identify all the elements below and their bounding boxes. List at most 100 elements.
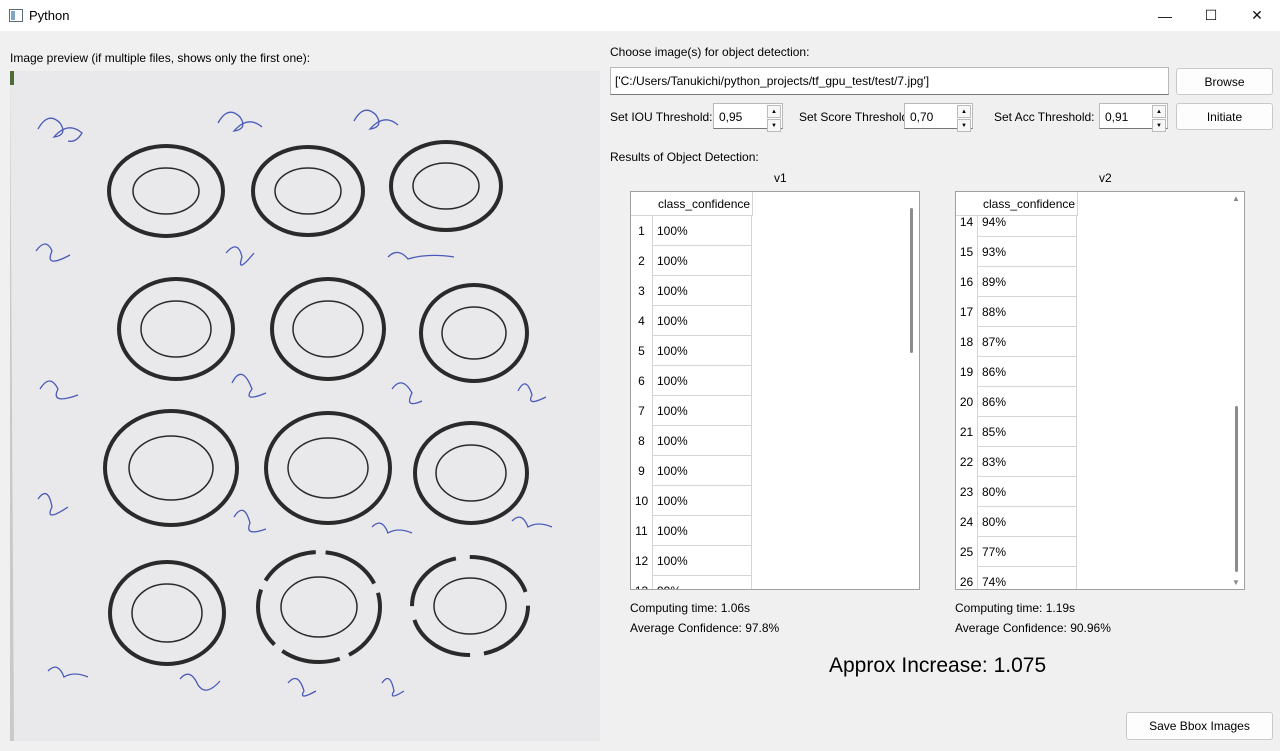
- table-row[interactable]: 25 77%: [956, 537, 1230, 567]
- close-button[interactable]: ✕: [1234, 0, 1280, 31]
- table-row[interactable]: 10 100%: [631, 486, 905, 516]
- confidence-cell[interactable]: 93%: [977, 237, 1077, 267]
- confidence-cell[interactable]: 87%: [977, 327, 1077, 357]
- score-threshold-value: 0,70: [910, 110, 934, 124]
- minimize-button[interactable]: —: [1142, 0, 1188, 31]
- spin-down-icon[interactable]: ▼: [1152, 119, 1166, 132]
- row-number: 16: [959, 275, 974, 289]
- corner-header: [631, 192, 652, 216]
- title-bar[interactable]: Python — ☐ ✕: [0, 0, 1280, 31]
- spin-up-icon[interactable]: ▲: [1152, 105, 1166, 118]
- table-row[interactable]: 15 93%: [956, 237, 1230, 267]
- file-path-input[interactable]: ['C:/Users/Tanukichi/python_projects/tf_…: [610, 67, 1169, 95]
- confidence-cell[interactable]: 89%: [977, 267, 1077, 297]
- column-header[interactable]: class_confidence: [977, 192, 1078, 216]
- confidence-cell[interactable]: 80%: [977, 507, 1077, 537]
- table-row[interactable]: 17 88%: [956, 297, 1230, 327]
- table-row[interactable]: 5 100%: [631, 336, 905, 366]
- table-row[interactable]: 1 100%: [631, 216, 905, 246]
- choose-images-label: Choose image(s) for object detection:: [610, 45, 810, 59]
- table-row[interactable]: 1399%: [631, 576, 905, 589]
- table-row[interactable]: 26 74%: [956, 567, 1230, 589]
- row-number: 20: [959, 395, 974, 409]
- scroll-up-icon[interactable]: ▲: [1232, 194, 1240, 203]
- confidence-cell[interactable]: 100%: [652, 366, 752, 396]
- column-header[interactable]: class_confidence: [652, 192, 753, 216]
- confidence-cell[interactable]: 100%: [652, 516, 752, 546]
- table-row[interactable]: 22 83%: [956, 447, 1230, 477]
- v2-average-confidence: Average Confidence: 90.96%: [955, 621, 1111, 635]
- table-row[interactable]: 20 86%: [956, 387, 1230, 417]
- v2-title: v2: [1099, 171, 1112, 185]
- table-row[interactable]: 19 86%: [956, 357, 1230, 387]
- corner-header: [956, 192, 977, 216]
- iou-threshold-spinbox[interactable]: 0,95 ▲ ▼: [713, 103, 783, 132]
- v1-computing-time: Computing time: 1.06s: [630, 601, 751, 615]
- table-row[interactable]: 11 100%: [631, 516, 905, 546]
- table-row[interactable]: 4 100%: [631, 306, 905, 336]
- table-row[interactable]: 7 100%: [631, 396, 905, 426]
- table-row[interactable]: 12 100%: [631, 546, 905, 576]
- v2-scrollbar[interactable]: ▲ ▼: [1230, 192, 1244, 589]
- table-row[interactable]: 24 80%: [956, 507, 1230, 537]
- confidence-cell[interactable]: 100%: [652, 426, 752, 456]
- stamps-sheet-image: [10, 71, 600, 741]
- row-number: 21: [959, 425, 974, 439]
- confidence-cell[interactable]: 88%: [977, 297, 1077, 327]
- confidence-cell[interactable]: 100%: [652, 336, 752, 366]
- table-row[interactable]: 16 89%: [956, 267, 1230, 297]
- table-row[interactable]: 8 100%: [631, 426, 905, 456]
- confidence-cell[interactable]: 100%: [652, 216, 752, 246]
- confidence-cell[interactable]: 74%: [977, 567, 1077, 589]
- score-threshold-spinbox[interactable]: 0,70 ▲ ▼: [904, 103, 973, 132]
- v2-results-table[interactable]: 14 94% 15 93% 16 89% 17 88% 18 87% 19 86% 20 86% 21 85%…: [955, 191, 1245, 590]
- spin-up-icon[interactable]: ▲: [767, 105, 781, 118]
- acc-threshold-spinbox[interactable]: 0,91 ▲ ▼: [1099, 103, 1168, 132]
- confidence-cell[interactable]: 100%: [652, 246, 752, 276]
- confidence-cell[interactable]: 100%: [652, 276, 752, 306]
- table-row[interactable]: 23 80%: [956, 477, 1230, 507]
- row-number: 11: [635, 524, 648, 538]
- v1-results-table[interactable]: class_confidence 1 100% 2 100% 3 100% 4 100% 5 10…: [630, 191, 920, 590]
- spin-up-icon[interactable]: ▲: [957, 105, 971, 118]
- score-threshold-label: Set Score Threshold:: [799, 110, 912, 124]
- confidence-cell[interactable]: 85%: [977, 417, 1077, 447]
- confidence-cell[interactable]: 80%: [977, 477, 1077, 507]
- confidence-cell[interactable]: 100%: [652, 396, 752, 426]
- confidence-cell[interactable]: 100%: [652, 486, 752, 516]
- table-row[interactable]: 6 100%: [631, 366, 905, 396]
- browse-button[interactable]: Browse: [1176, 68, 1273, 95]
- table-row[interactable]: 2 100%: [631, 246, 905, 276]
- table-row[interactable]: 18 87%: [956, 327, 1230, 357]
- row-number: 22: [959, 455, 974, 469]
- image-preview: [10, 71, 600, 741]
- initiate-button[interactable]: Initiate: [1176, 103, 1273, 130]
- confidence-cell[interactable]: 100%: [652, 456, 752, 486]
- confidence-cell[interactable]: 83%: [977, 447, 1077, 477]
- row-number: 25: [959, 545, 974, 559]
- table-row[interactable]: 3 100%: [631, 276, 905, 306]
- approx-increase: Approx Increase: 1.075: [829, 654, 1047, 677]
- preview-label: Image preview (if multiple files, shows …: [10, 51, 311, 65]
- v1-scrollbar[interactable]: [905, 192, 919, 589]
- table-row[interactable]: 9 100%: [631, 456, 905, 486]
- maximize-button[interactable]: ☐: [1188, 0, 1234, 31]
- table-row[interactable]: 21 85%: [956, 417, 1230, 447]
- scrollbar-thumb[interactable]: [910, 208, 913, 353]
- confidence-cell[interactable]: 77%: [977, 537, 1077, 567]
- spin-down-icon[interactable]: ▼: [957, 119, 971, 132]
- confidence-cell[interactable]: 100%: [652, 306, 752, 336]
- row-number: 9: [638, 464, 645, 478]
- confidence-cell[interactable]: 100%: [652, 546, 752, 576]
- save-bbox-images-button[interactable]: Save Bbox Images: [1126, 712, 1273, 740]
- row-number: 12: [634, 554, 649, 568]
- iou-threshold-value: 0,95: [719, 110, 743, 124]
- row-number: 17: [959, 305, 974, 319]
- spin-down-icon[interactable]: ▼: [767, 119, 781, 132]
- scrollbar-thumb[interactable]: [1235, 406, 1238, 572]
- row-number: 3: [638, 284, 645, 298]
- scroll-down-icon[interactable]: ▼: [1232, 578, 1240, 587]
- confidence-cell[interactable]: 86%: [977, 387, 1077, 417]
- confidence-cell[interactable]: 86%: [977, 357, 1077, 387]
- confidence-cell[interactable]: 99%: [652, 576, 752, 589]
